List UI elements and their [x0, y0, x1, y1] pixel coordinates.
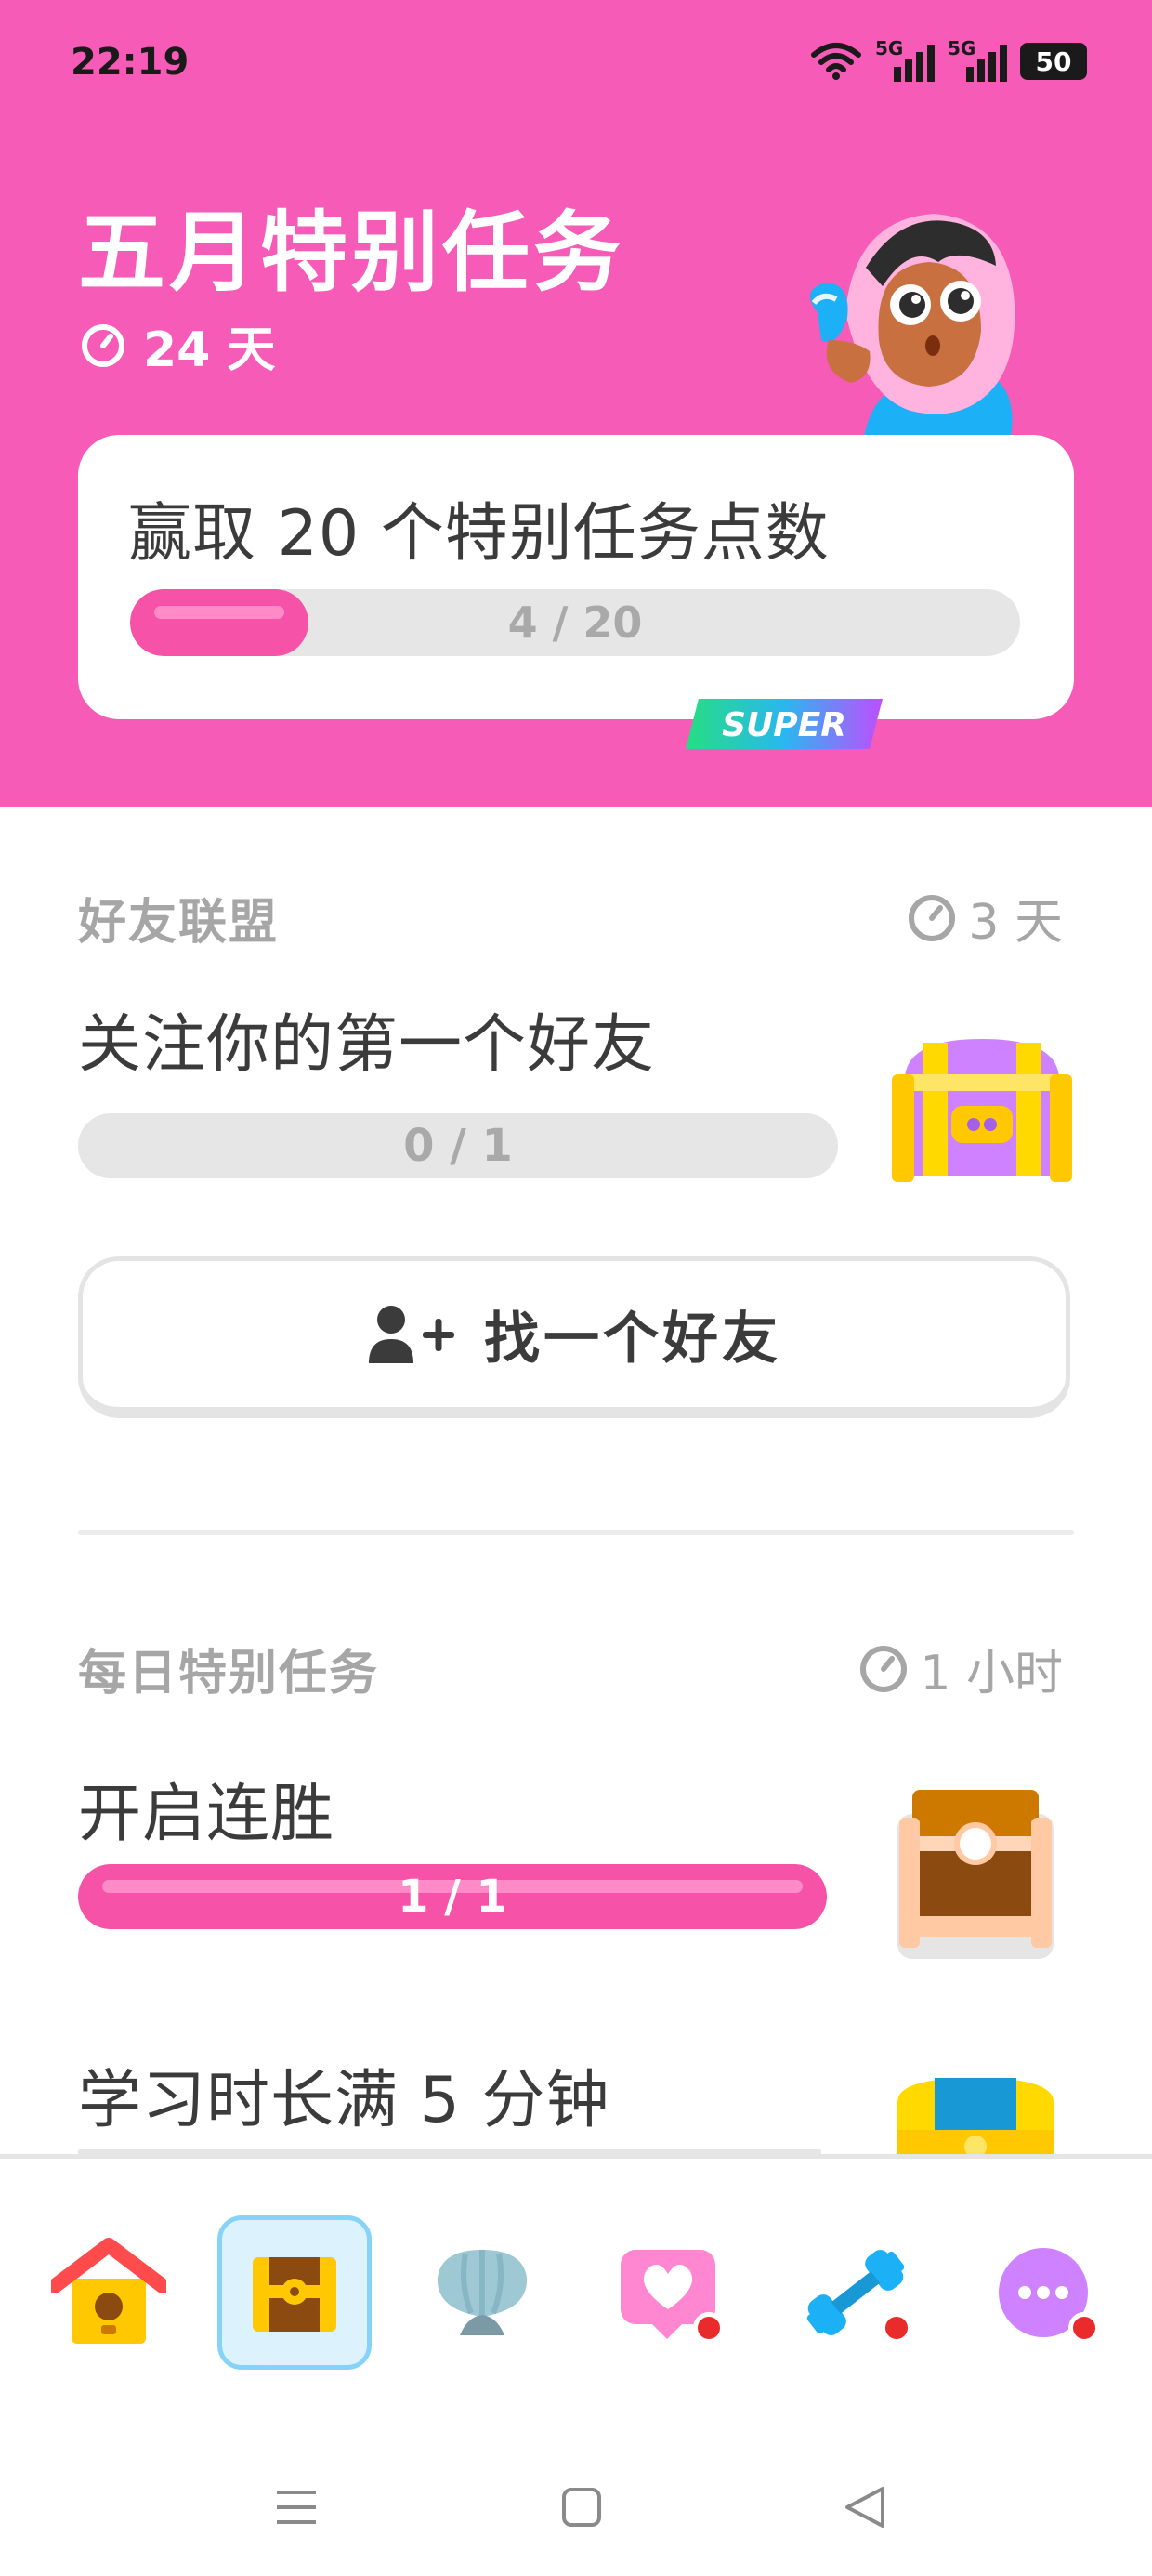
shell-icon: [437, 2250, 528, 2335]
status-time: 22:19: [71, 41, 190, 84]
opened-chest-icon: [897, 1790, 1054, 1959]
purple-chest-icon: [892, 1039, 1072, 1182]
hearts-notification-dot: [693, 2312, 725, 2344]
daily-quests-time: 1 小时: [858, 1634, 1063, 1703]
daily-quest-task: 学习时长满 5 分钟: [78, 2064, 610, 2137]
nav-home[interactable]: [32, 2215, 186, 2370]
timer-icon: [82, 323, 124, 367]
menu-icon[interactable]: [275, 2489, 318, 2526]
nav-leaderboard[interactable]: [405, 2215, 559, 2370]
battery-icon: 50: [1020, 43, 1087, 80]
friends-quest-title: 好友联盟: [78, 895, 280, 951]
daily-quests-title: 每日特别任务: [78, 1646, 380, 1702]
status-icons: 5G 5G 50: [810, 37, 1087, 82]
system-nav-bar: [0, 2396, 1152, 2576]
quest-timer: 24 天: [80, 310, 275, 380]
wifi-icon: [811, 43, 861, 80]
daily-quest-task: 开启连胜: [78, 1778, 335, 1851]
quests-chest-icon: [253, 2257, 336, 2332]
section-divider: [78, 1530, 1074, 1535]
friends-quest-time: 3 天: [907, 883, 1063, 953]
nav-practice[interactable]: [779, 2215, 933, 2370]
timer-icon: [909, 894, 956, 941]
super-badge-label: SUPER: [722, 706, 846, 744]
monthly-goal-text: 赢取 20 个特别任务点数: [128, 497, 830, 571]
quest-days-left: 24 天: [143, 322, 276, 378]
find-friend-label: 找一个好友: [484, 1307, 781, 1372]
battery-level: 50: [1035, 46, 1072, 77]
friends-quest-task: 关注你的第一个好友: [78, 1008, 656, 1082]
super-badge: SUPER: [686, 699, 883, 749]
signal-icon-2: 5G: [948, 37, 1007, 82]
more-notification-dot: [1068, 2312, 1100, 2344]
friends-quest-days: 3 天: [968, 895, 1063, 951]
nav-quests[interactable]: [217, 2215, 372, 2370]
practice-notification-dot: [881, 2312, 912, 2344]
friends-progress-bar: 0 / 1: [78, 1113, 838, 1178]
home-icon: [51, 2238, 166, 2344]
timer-icon: [860, 1645, 908, 1692]
character-illustration: [810, 214, 1015, 437]
monthly-goal-card: [78, 435, 1074, 719]
daily-quests-hours: 1 小时: [920, 1646, 1063, 1702]
nav-hearts[interactable]: [591, 2215, 745, 2370]
monthly-progress-label: 4 / 20: [507, 598, 643, 648]
chest-icon: [897, 2078, 1054, 2154]
daily-quest-progress-label: 1 / 1: [398, 1871, 507, 1923]
find-friend-button[interactable]: 找一个好友: [78, 1256, 1070, 1418]
add-user-icon: [369, 1305, 454, 1363]
home-square-icon[interactable]: [561, 2487, 602, 2528]
nav-more[interactable]: [966, 2215, 1120, 2370]
daily-quest-progress-bar: 1 / 1: [78, 1864, 827, 1929]
signal-icon: 5G: [875, 37, 935, 82]
back-icon[interactable]: [844, 2485, 886, 2530]
page-title: 五月特别任务: [78, 203, 625, 304]
monthly-progress-bar: 4 / 20: [130, 589, 1020, 656]
friends-progress-label: 0 / 1: [403, 1120, 513, 1172]
